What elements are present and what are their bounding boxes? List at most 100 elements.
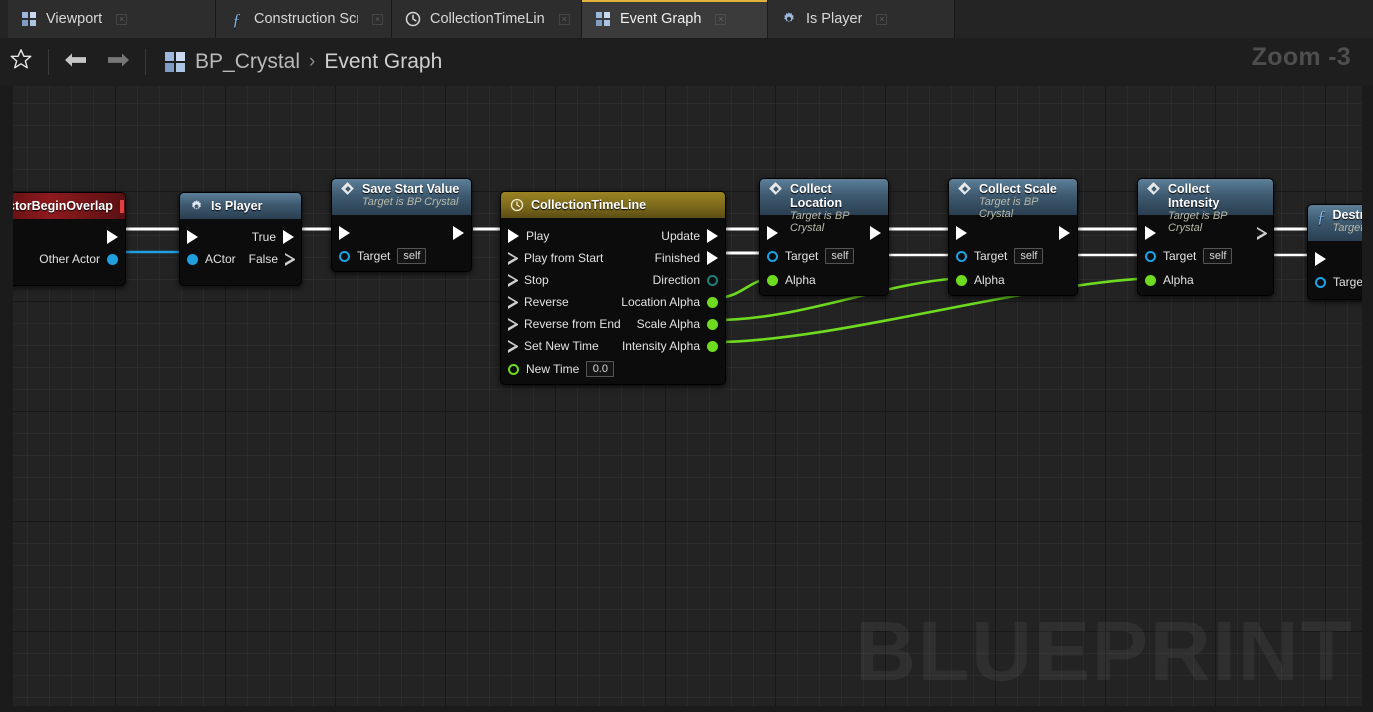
gear-icon [189,199,204,214]
exec-input-pin[interactable] [949,226,967,240]
pin-row-target: Target [1308,270,1362,294]
play-input-pin[interactable]: Play [501,229,549,243]
intensity-alpha-output-pin[interactable]: Intensity Alpha [622,339,725,353]
exec-input-pin[interactable] [180,230,198,244]
clock-icon [510,198,524,212]
node-header: Collect Location Target is BP Crystal [760,179,888,234]
actor-input-pin[interactable]: ACtor [180,252,236,266]
exec-input-pin[interactable] [332,226,350,240]
forward-button[interactable] [97,42,139,82]
exec-pin-icon [1257,226,1267,240]
clock-icon [404,11,421,28]
node-title: Collect Intensity [1168,182,1220,210]
node-header: ƒ Destroy Target is [1308,205,1362,241]
target-value[interactable]: self [397,248,427,264]
node-collect-scale[interactable]: Collect Scale Target is BP Crystal Targe… [948,178,1078,296]
pin-row-other-actor: Other Actor [13,248,125,270]
true-output-pin[interactable]: True [252,230,301,244]
diamond-icon [958,182,972,196]
exec-output-pin[interactable] [1257,226,1273,240]
pin-label: False [248,252,278,266]
target-value[interactable]: self [1014,248,1044,264]
pin-row-target: Target self [760,244,888,268]
pin-label: Intensity Alpha [621,339,700,353]
other-actor-output-pin[interactable]: Other Actor [39,252,125,266]
object-pin-icon [1145,250,1156,262]
node-collection-timeline[interactable]: CollectionTimeLine Play Play from Start [500,191,726,385]
finished-output-pin[interactable]: Finished [655,251,725,265]
pin-label: Target [974,249,1008,263]
delegate-pin[interactable] [119,199,124,213]
exec-output-pin[interactable] [453,226,471,240]
false-output-pin[interactable]: False [249,252,301,266]
scale-alpha-output-pin[interactable]: Scale Alpha [637,317,725,331]
breadcrumb-root[interactable]: BP_Crystal [195,50,300,74]
target-value[interactable]: self [825,248,855,264]
node-collect-intensity[interactable]: Collect Intensity Target is BP Crystal T… [1137,178,1274,296]
pin-row-alpha: Alpha [949,268,1077,292]
exec-pin-icon [285,252,295,266]
pin-row-target: Target self [332,244,471,268]
favorite-button[interactable] [0,42,42,82]
event-graph-canvas[interactable]: BLUEPRINT ctorBeginOverlap Other Actor I… [13,86,1362,706]
node-title: Save Start Value [362,182,460,196]
node-collect-location[interactable]: Collect Location Target is BP Crystal Ta… [759,178,889,296]
zoom-level: Zoom -3 [1251,43,1351,71]
target-value[interactable]: self [1203,248,1233,264]
exec-pin-icon [508,273,518,287]
exec-output-pin[interactable] [1059,226,1077,240]
exec-input-pin[interactable] [1308,252,1326,266]
exec-output-pin[interactable] [870,226,888,240]
float-pin-icon [707,318,718,330]
close-icon[interactable] [876,13,888,25]
exec-pin-icon [283,230,294,244]
float-pin-icon [956,274,967,286]
target-input-pin[interactable]: Target self [949,248,1044,264]
tab-label: Is Player [806,11,863,27]
close-icon[interactable] [372,13,383,25]
stop-input-pin[interactable]: Stop [501,273,549,287]
node-is-player[interactable]: Is Player True ACtor False [179,192,302,286]
target-input-pin[interactable]: Target self [332,248,427,264]
reverse-input-pin[interactable]: Reverse [501,295,569,309]
pin-label: Stop [524,273,549,287]
breadcrumb-current[interactable]: Event Graph [324,50,442,74]
tab-viewport[interactable]: Viewport [8,0,216,38]
node-title: Collect Location [790,182,843,210]
tab-construction-script[interactable]: ƒ Construction Scrip [216,0,392,38]
node-save-start-value[interactable]: Save Start Value Target is BP Crystal Ta… [331,178,472,272]
target-input-pin[interactable]: Target [1308,274,1362,290]
close-icon[interactable] [558,13,570,25]
close-icon[interactable] [116,13,128,25]
pin-label: Target [357,249,391,263]
exec-pin-icon [508,251,518,265]
tab-label: Event Graph [620,11,702,27]
back-button[interactable] [55,42,97,82]
exec-pin-icon [453,226,464,240]
tab-collection-timeline[interactable]: CollectionTimeLin [392,0,582,38]
direction-output-pin[interactable]: Direction [653,273,725,287]
exec-pin-icon [508,295,518,309]
node-actor-begin-overlap[interactable]: ctorBeginOverlap Other Actor [13,192,126,286]
node-destroy-actor[interactable]: ƒ Destroy Target is Target [1307,204,1362,300]
node-body: Target self [332,215,471,271]
target-input-pin[interactable]: Target self [760,248,855,264]
new-time-value[interactable]: 0.0 [586,361,615,377]
target-input-pin[interactable]: Target self [1138,248,1233,264]
tab-is-player[interactable]: Is Player [768,0,955,38]
close-icon[interactable] [715,13,727,25]
exec-output-pin[interactable] [107,230,125,244]
star-icon [8,47,34,78]
update-output-pin[interactable]: Update [661,229,725,243]
pin-label: Other Actor [39,252,100,266]
alpha-input-pin[interactable]: Alpha [949,273,1005,287]
alpha-input-pin[interactable]: Alpha [760,273,816,287]
exec-input-pin[interactable] [760,226,778,240]
pin-label: New Time [526,362,580,376]
tab-event-graph[interactable]: Event Graph [582,0,768,38]
location-alpha-output-pin[interactable]: Location Alpha [621,295,725,309]
new-time-input-pin[interactable]: New Time 0.0 [501,361,615,377]
node-header: Collect Scale Target is BP Crystal [949,179,1077,220]
exec-input-pin[interactable] [1138,226,1156,240]
alpha-input-pin[interactable]: Alpha [1138,273,1194,287]
